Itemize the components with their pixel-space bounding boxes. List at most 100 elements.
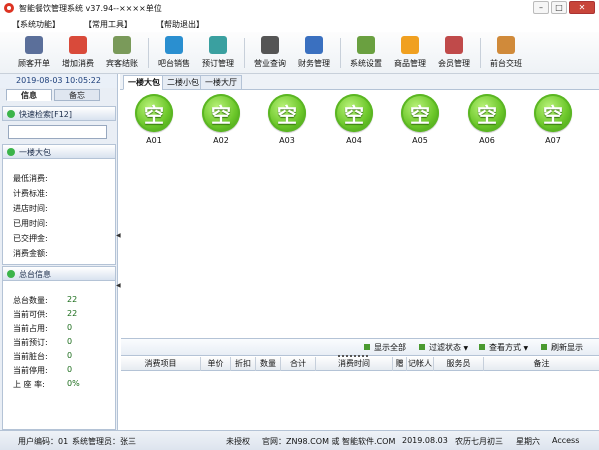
table-tile[interactable]: 空 A07 [530, 94, 576, 145]
room-info-panel: 最低消费: 计费标准: 进店时间: 已用时间: 已交押金: 消费金额: [2, 159, 116, 265]
current-datetime: 2019-08-03 10:05:22 [0, 74, 117, 88]
summary-row: 当前停用: 0 [13, 365, 73, 375]
room-field-consume-amount: 消费金额: [13, 249, 48, 258]
checkout-icon [113, 36, 131, 54]
column-header[interactable]: 数量 [256, 357, 281, 371]
refresh-button[interactable]: 刷新显示 [541, 342, 583, 353]
window-title: 智能餐饮管理系统 v37.94--××××单位 [19, 3, 162, 13]
status-lunar-date: 农历七月初三 [455, 437, 503, 446]
menu-system-functions[interactable]: 【系统功能】 [12, 19, 60, 30]
add-consume-icon [69, 36, 87, 54]
product-management-button[interactable]: 商品管理 [388, 36, 432, 72]
shift-handover-icon [497, 36, 515, 54]
bar-sales-button[interactable]: 吧台销售 [152, 36, 196, 72]
menu-common-tools[interactable]: 【常用工具】 [84, 19, 132, 30]
tab-room-floor1-hall[interactable]: 一楼大厅 [200, 75, 242, 90]
finance-button[interactable]: 财务管理 [292, 36, 336, 72]
search-icon [261, 36, 279, 54]
filter-status-button[interactable]: 过滤状态 ▼ [419, 342, 468, 353]
tab-info[interactable]: 信息 [6, 89, 52, 101]
quick-search-input[interactable] [8, 125, 107, 139]
toolbar-divider [340, 38, 341, 68]
menu-help-exit[interactable]: 【帮助退出】 [156, 19, 204, 30]
table-status-icon: 空 [135, 94, 173, 132]
column-header[interactable]: 合计 [281, 357, 316, 371]
filter-bar: 显示全部 过滤状态 ▼ 查看方式 ▼ 刷新显示 [121, 339, 599, 356]
app-logo-icon [4, 3, 14, 13]
table-tile[interactable]: 空 A05 [397, 94, 443, 145]
toolbar-divider [480, 38, 481, 68]
collapse-left-arrow-icon[interactable]: ◀ [116, 282, 121, 289]
summary-row: 当前预订: 0 [13, 337, 73, 347]
add-consumption-button[interactable]: 增加消费 [56, 36, 100, 72]
finance-icon [305, 36, 323, 54]
menu-bar: 【系统功能】 【常用工具】 【帮助退出】 [0, 16, 599, 32]
table-tile[interactable]: 空 A03 [264, 94, 310, 145]
star-icon [401, 36, 419, 54]
show-all-button[interactable]: 显示全部 [364, 342, 406, 353]
table-status-icon: 空 [202, 94, 240, 132]
guest-checkout-button[interactable]: 宾客结账 [100, 36, 144, 72]
maximize-button[interactable]: □ [551, 1, 567, 14]
customer-open-button[interactable]: 顾客开单 [12, 36, 56, 72]
summary-row: 上 座 率: 0% [13, 379, 80, 389]
order-grid-header: 消费项目 单价 折扣 数量 合计 消费时间 赠 记帐人 服务员 备注 [121, 357, 599, 371]
quick-search-header: 快速检索[F12] [2, 106, 116, 121]
tab-room-floor2-small[interactable]: 二楼小包 [162, 75, 204, 90]
reservation-icon [209, 36, 227, 54]
table-status-icon: 空 [268, 94, 306, 132]
members-icon [445, 36, 463, 54]
room-tabs: 一楼大包 二楼小包 一楼大厅 [120, 74, 599, 90]
table-tile[interactable]: 空 A04 [331, 94, 377, 145]
business-query-button[interactable]: 营业查询 [248, 36, 292, 72]
table-status-icon: 空 [335, 94, 373, 132]
table-tile[interactable]: 空 A01 [131, 94, 177, 145]
window-controls: – □ ✕ [533, 1, 595, 14]
column-header[interactable]: 折扣 [231, 357, 256, 371]
title-bar: 智能餐饮管理系统 v37.94--××××单位 – □ ✕ [0, 0, 599, 16]
toolbar-divider [148, 38, 149, 68]
table-tile[interactable]: 空 A06 [464, 94, 510, 145]
summary-row: 当前脏台: 0 [13, 351, 73, 361]
table-status-icon: 空 [401, 94, 439, 132]
gear-icon [357, 36, 375, 54]
status-website: 官网：ZN98.COM 或 智能软件.COM [262, 437, 396, 446]
reservation-button[interactable]: 预订管理 [196, 36, 240, 72]
bar-sales-icon [165, 36, 183, 54]
column-header[interactable]: 备注 [484, 357, 599, 371]
room-field-deposit: 已交押金: [13, 234, 48, 243]
room-field-min-consume: 最低消费: [13, 174, 48, 183]
close-button[interactable]: ✕ [569, 1, 595, 14]
shift-handover-button[interactable]: 前台交班 [484, 36, 528, 72]
main-toolbar: 顾客开单 增加消费 宾客结账 吧台销售 预订管理 营业查询 财务管理 系统设置 … [0, 32, 599, 74]
collapse-left-arrow-icon[interactable]: ◀ [116, 232, 121, 239]
tab-memo[interactable]: 备忘 [54, 89, 100, 101]
summary-panel: 总台数量: 22 当前可供: 22 当前占用: 0 当前预订: 0 当前脏台: 0 当前停… [2, 281, 116, 430]
column-header[interactable]: 赠 [393, 357, 407, 371]
column-header[interactable]: 消费时间 [316, 357, 393, 371]
column-header[interactable]: 消费项目 [121, 357, 201, 371]
column-header[interactable]: 记帐人 [407, 357, 434, 371]
current-room-header: 一楼大包 [2, 144, 116, 159]
left-subtabs: 信息 备忘 [4, 89, 114, 101]
left-panel: 2019-08-03 10:05:22 信息 备忘 快速检索[F12] 一楼大包… [0, 74, 118, 430]
order-grid: 消费项目 单价 折扣 数量 合计 消费时间 赠 记帐人 服务员 备注 [121, 357, 599, 430]
summary-header: 总台信息 [2, 266, 116, 281]
chevron-down-icon: ▼ [463, 345, 469, 352]
view-mode-button[interactable]: 查看方式 ▼ [479, 342, 528, 353]
member-management-button[interactable]: 会员管理 [432, 36, 476, 72]
table-tile[interactable]: 空 A02 [198, 94, 244, 145]
toolbar-divider [244, 38, 245, 68]
status-license: 未授权 [226, 437, 250, 446]
column-header[interactable]: 单价 [201, 357, 231, 371]
table-status-icon: 空 [534, 94, 572, 132]
column-header[interactable]: 服务员 [434, 357, 484, 371]
status-user-code: 用户编码：01 [18, 437, 69, 446]
status-date: 2019.08.03 [402, 436, 448, 445]
tables-area: 空 A01 空 A02 空 A03 空 A04 空 A05 空 A06 空 A07 [121, 91, 599, 339]
summary-row: 当前可供: 22 [13, 309, 78, 319]
minimize-button[interactable]: – [533, 1, 549, 14]
system-settings-button[interactable]: 系统设置 [344, 36, 388, 72]
tab-room-floor1-large[interactable]: 一楼大包 [123, 75, 165, 90]
status-database: Access [552, 436, 580, 445]
